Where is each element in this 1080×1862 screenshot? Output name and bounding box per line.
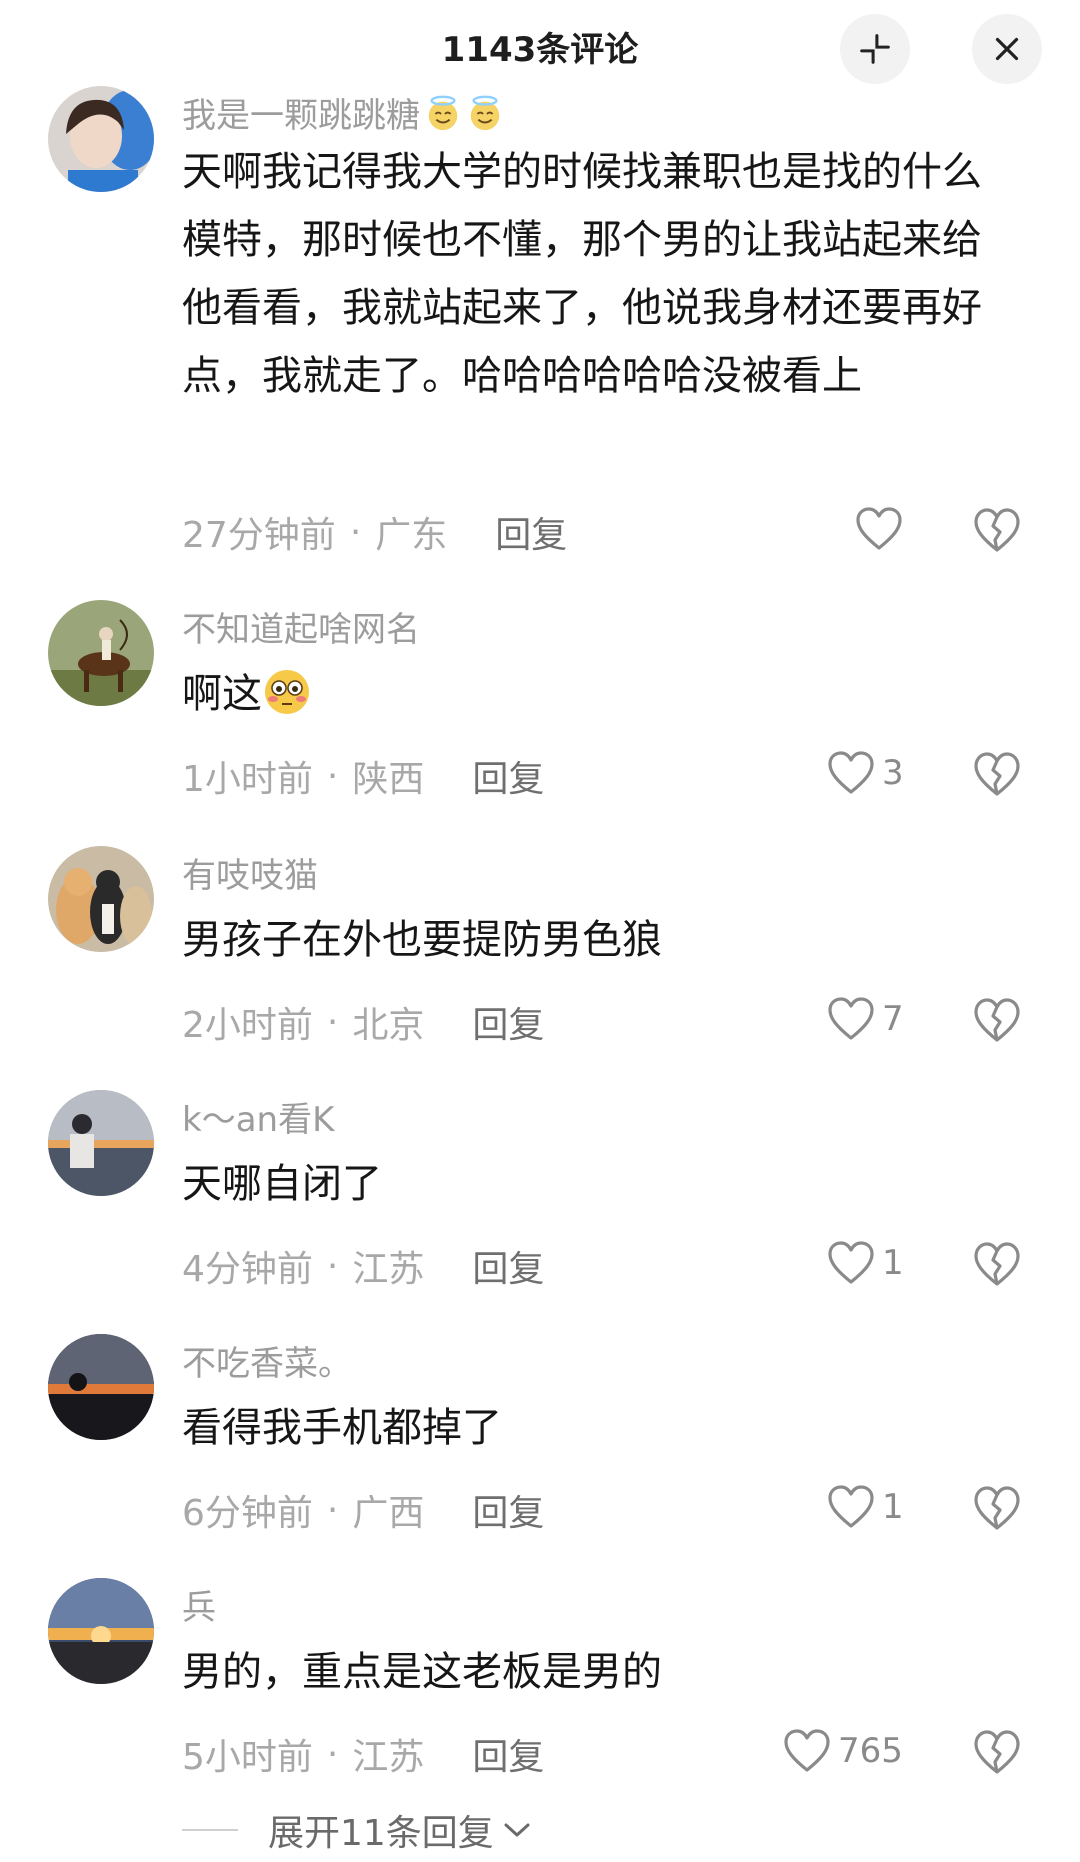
comment-time: 2小时前 <box>182 1005 313 1046</box>
broken-heart-icon <box>974 752 1020 796</box>
broken-heart-icon <box>974 998 1020 1042</box>
avatar[interactable] <box>48 1090 154 1196</box>
reply-button[interactable]: 回复 <box>472 1728 544 1780</box>
like-button[interactable]: 765 <box>782 1728 903 1774</box>
username[interactable]: 不知道起啥网名 <box>182 602 420 651</box>
like-count: 765 <box>838 1731 903 1771</box>
like-count: 3 <box>882 753 904 793</box>
avatar[interactable] <box>48 846 154 952</box>
reply-button[interactable]: 回复 <box>495 506 567 558</box>
heart-icon <box>856 507 902 550</box>
dislike-button[interactable] <box>972 996 1022 1044</box>
like-button[interactable] <box>854 506 910 552</box>
comment-location: 广西 <box>352 1493 425 1534</box>
comment-time: 6分钟前 <box>182 1493 313 1534</box>
broken-heart-icon <box>974 508 1020 552</box>
comment-time: 1小时前 <box>182 759 313 800</box>
broken-heart-icon <box>974 1242 1020 1286</box>
comment-text: 天哪自闭了 <box>182 1161 382 1207</box>
like-button[interactable]: 7 <box>826 996 904 1042</box>
like-button[interactable]: 1 <box>826 1484 904 1530</box>
username[interactable]: k～an看K <box>182 1092 334 1141</box>
dislike-button[interactable] <box>972 506 1022 554</box>
comment-text: 男孩子在外也要提防男色狼 <box>182 917 662 963</box>
comment-text: 看得我手机都掉了 <box>182 1405 502 1451</box>
comments-header: 1143条评论 <box>0 0 1080 92</box>
reply-button[interactable]: 回复 <box>472 996 544 1048</box>
avatar[interactable] <box>48 1578 154 1684</box>
comment-time: 27分钟前 <box>182 515 336 556</box>
avatar[interactable] <box>48 1334 154 1440</box>
reply-button[interactable]: 回复 <box>472 750 544 802</box>
username[interactable]: 有吱吱猫 <box>182 848 318 897</box>
comment-meta: 1小时前 · 陕西 回复 <box>182 750 544 802</box>
flushed-face-emoji <box>265 670 309 714</box>
reply-button[interactable]: 回复 <box>472 1240 544 1292</box>
comment-meta: 27分钟前 · 广东 回复 <box>182 506 567 558</box>
heart-icon <box>828 1241 874 1284</box>
heart-icon <box>784 1729 830 1772</box>
username[interactable]: 我是一颗跳跳糖 <box>182 88 504 137</box>
dislike-button[interactable] <box>972 750 1022 798</box>
comment-meta: 5小时前 · 江苏 回复 <box>182 1728 544 1780</box>
dislike-button[interactable] <box>972 1240 1022 1288</box>
comment-location: 江苏 <box>352 1249 425 1290</box>
comment-count-title: 1143条评论 <box>441 30 639 70</box>
heart-icon <box>828 997 874 1040</box>
chevron-down-icon <box>504 1823 530 1837</box>
comment-location: 陕西 <box>352 759 425 800</box>
dislike-button[interactable] <box>972 1728 1022 1776</box>
close-icon <box>995 37 1019 61</box>
broken-heart-icon <box>974 1486 1020 1530</box>
heart-icon <box>828 751 874 794</box>
divider <box>182 1829 238 1831</box>
reply-button[interactable]: 回复 <box>472 1484 544 1536</box>
comment-meta: 6分钟前 · 广西 回复 <box>182 1484 544 1536</box>
like-button[interactable]: 3 <box>826 750 904 796</box>
comment-time: 4分钟前 <box>182 1249 313 1290</box>
avatar[interactable] <box>48 86 154 192</box>
comment-location: 广东 <box>375 515 448 556</box>
like-button[interactable]: 1 <box>826 1240 904 1286</box>
collapse-icon <box>860 34 890 64</box>
comment-location: 北京 <box>352 1005 425 1046</box>
expand-replies-label: 展开11条回复 <box>268 1813 494 1854</box>
comment-text: 啊这 <box>182 660 1002 728</box>
close-button[interactable] <box>972 14 1042 84</box>
like-count: 7 <box>882 999 904 1039</box>
comment-location: 江苏 <box>352 1737 425 1778</box>
comment-meta: 4分钟前 · 江苏 回复 <box>182 1240 544 1292</box>
like-count: 1 <box>882 1487 904 1527</box>
expand-replies-button[interactable]: 展开11条回复 <box>182 1804 532 1856</box>
dislike-button[interactable] <box>972 1484 1022 1532</box>
username[interactable]: 不吃香菜。 <box>182 1336 352 1385</box>
like-count: 1 <box>882 1243 904 1283</box>
comment-time: 5小时前 <box>182 1737 313 1778</box>
username[interactable]: 兵 <box>182 1580 216 1629</box>
avatar[interactable] <box>48 600 154 706</box>
angel-halo-emoji <box>428 95 458 130</box>
comment-meta: 2小时前 · 北京 回复 <box>182 996 544 1048</box>
comment-text: 天啊我记得我大学的时候找兼职也是找的什么模特，那时候也不懂，那个男的让我站起来给… <box>182 149 982 399</box>
broken-heart-icon <box>974 1730 1020 1774</box>
collapse-button[interactable] <box>840 14 910 84</box>
heart-icon <box>828 1485 874 1528</box>
comment-text: 男的，重点是这老板是男的 <box>182 1649 662 1695</box>
angel-halo-emoji <box>470 95 500 130</box>
